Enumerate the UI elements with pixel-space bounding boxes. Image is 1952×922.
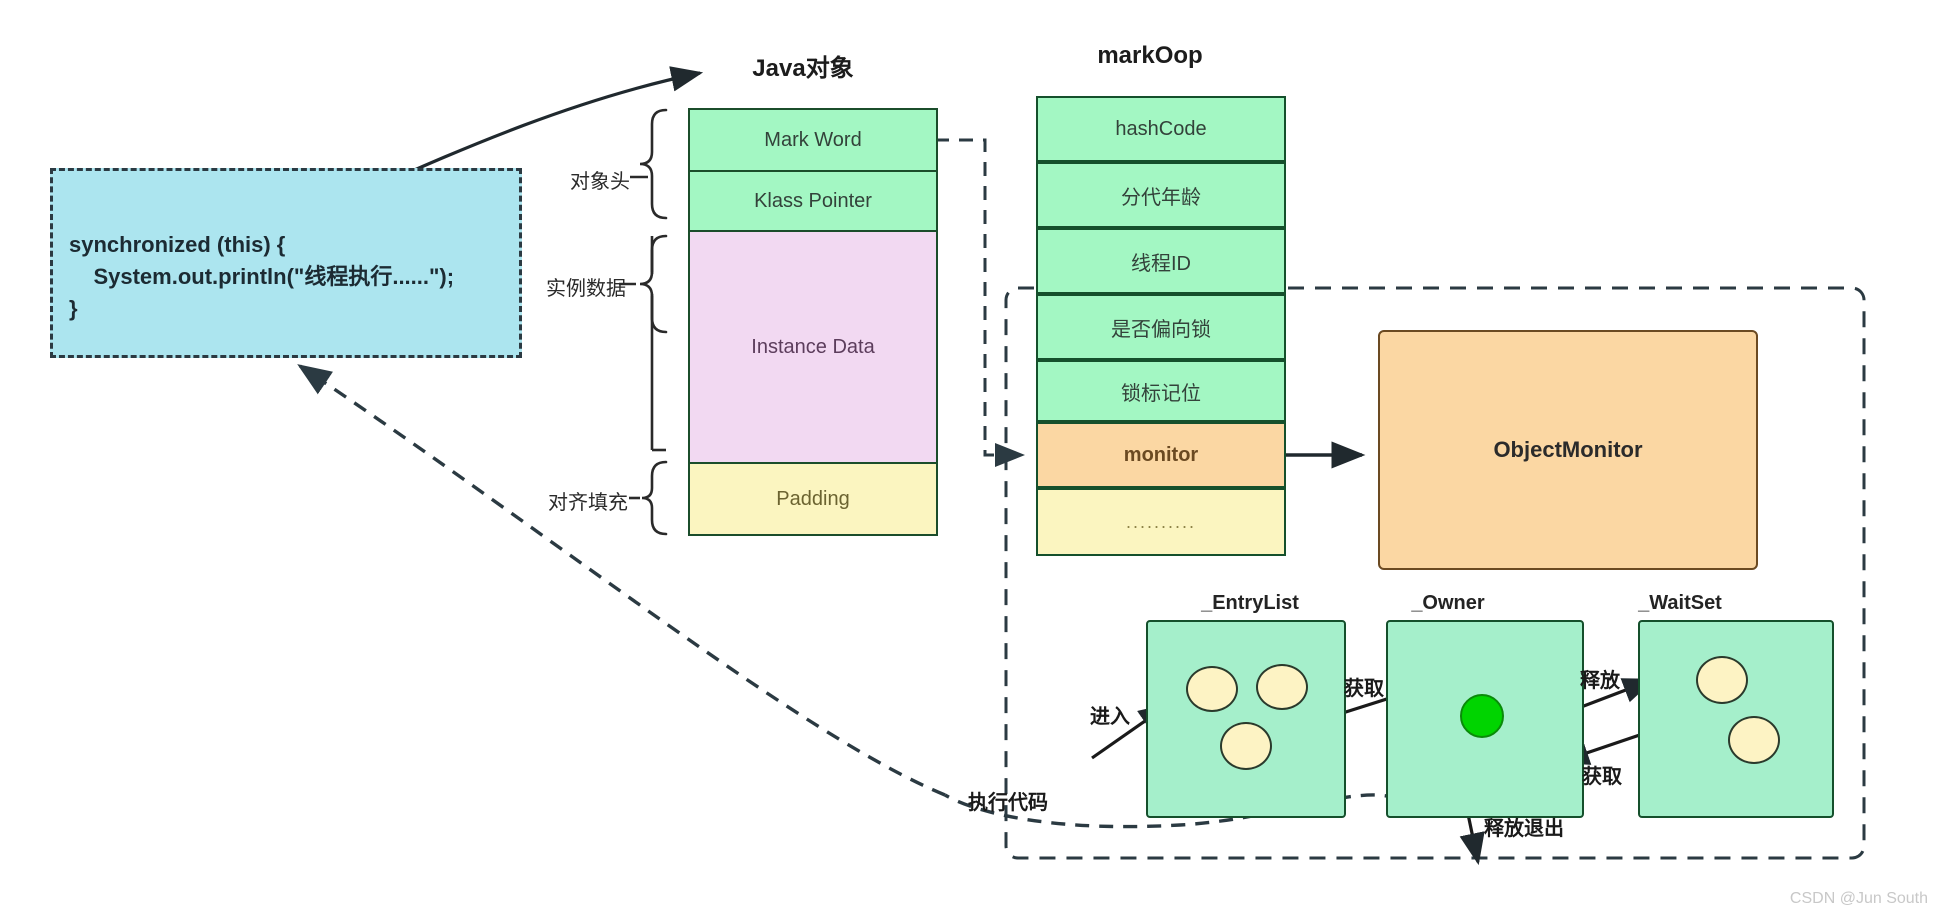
thread-node — [1696, 656, 1748, 704]
java-object-row-label: Mark Word — [764, 128, 862, 151]
thread-node — [1220, 722, 1272, 770]
thread-node — [1256, 664, 1308, 710]
java-object-row-label: Klass Pointer — [754, 189, 872, 212]
markoop-row-thread-id: 线程ID — [1036, 228, 1286, 294]
edge-label-acquire-from-waitset: 获取 — [1582, 766, 1622, 788]
thread-node — [1728, 716, 1780, 764]
markoop-row-biased-lock: 是否偏向锁 — [1036, 294, 1286, 360]
pool-owner — [1386, 620, 1584, 818]
markoop-row-label: 锁标记位 — [1121, 382, 1201, 405]
object-monitor-title: ObjectMonitor — [1493, 437, 1643, 462]
diagram-canvas: synchronized (this) { System.out.println… — [0, 0, 1952, 922]
markoop-row-ellipsis: .......... — [1036, 488, 1286, 556]
markoop-row-label: .......... — [1125, 511, 1196, 532]
java-object-row-padding: Padding — [688, 462, 938, 536]
brace-label-object-header: 对象头 — [570, 171, 630, 193]
brace-label-instance-data: 实例数据 — [546, 278, 626, 300]
edge-label-acquire-owner: 获取 — [1344, 678, 1384, 700]
java-object-row-label: Padding — [776, 487, 850, 510]
pool-waitset — [1638, 620, 1834, 818]
pool-entrylist — [1146, 620, 1346, 818]
markoop-row-monitor: monitor — [1036, 422, 1286, 488]
brace-object-header — [639, 108, 668, 220]
markoop-row-lock-flag: 锁标记位 — [1036, 360, 1286, 422]
watermark: CSDN @Jun South — [1789, 890, 1928, 907]
thread-node — [1186, 666, 1238, 712]
brace-padding — [641, 460, 668, 536]
edge-label-execute-code: 执行代码 — [968, 792, 1048, 814]
dashed-markword-to-monitor — [935, 138, 1025, 467]
synchronized-code-block: synchronized (this) { System.out.println… — [50, 168, 522, 358]
java-object-row-klass-pointer: Klass Pointer — [688, 170, 938, 232]
markoop-row-label: monitor — [1123, 443, 1199, 466]
markoop-row-hashcode: hashCode — [1036, 96, 1286, 162]
brace-label-padding: 对齐填充 — [548, 492, 628, 514]
markoop-title: markOop — [1097, 42, 1203, 69]
pool-title-waitset: _WaitSet — [1638, 592, 1722, 614]
edge-label-release-to-waitset: 释放 — [1580, 670, 1620, 692]
markoop-row-label: hashCode — [1115, 117, 1207, 140]
pool-title-owner: _Owner — [1411, 592, 1485, 614]
markoop-row-label: 线程ID — [1131, 252, 1191, 275]
code-block-text: synchronized (this) { System.out.println… — [69, 232, 455, 321]
java-object-title: Java对象 — [752, 55, 854, 82]
markoop-row-label: 分代年龄 — [1121, 186, 1201, 209]
markoop-row-generation-age: 分代年龄 — [1036, 162, 1286, 228]
pool-title-entrylist: _EntryList — [1201, 592, 1299, 614]
markoop-row-label: 是否偏向锁 — [1111, 318, 1211, 341]
object-monitor-box: ObjectMonitor — [1378, 330, 1758, 570]
java-object-row-label: Instance Data — [751, 335, 875, 358]
thread-node-active — [1460, 694, 1504, 738]
java-object-row-mark-word: Mark Word — [688, 108, 938, 172]
edge-label-enter: 进入 — [1090, 706, 1130, 728]
edge-label-release-exit: 释放退出 — [1484, 818, 1564, 840]
java-object-row-instance-data: Instance Data — [688, 230, 938, 464]
brace-instance-data — [639, 234, 668, 334]
